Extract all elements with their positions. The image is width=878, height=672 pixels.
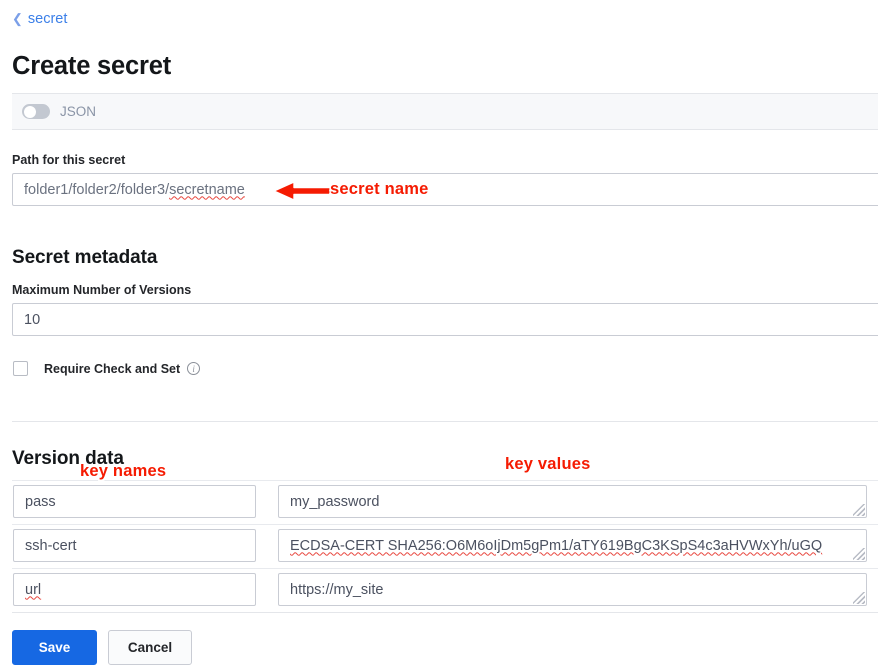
require-check-and-set-label: Require Check and Set [44,361,181,376]
require-check-and-set-checkbox[interactable] [13,361,28,376]
resize-grip-icon[interactable] [853,504,865,516]
require-check-and-set-row[interactable]: Require Check and Set i [13,361,201,376]
path-input[interactable]: folder1/folder2/folder3/secretname [12,173,878,206]
annotation-secret-name: secret name [330,180,429,198]
max-versions-label: Maximum Number of Versions [12,283,192,297]
kv-key-input[interactable]: url [13,573,256,606]
path-input-value: folder1/folder2/folder3/secretname [24,181,245,198]
kv-value-text: my_password [290,493,380,510]
annotation-key-values: key values [505,455,591,473]
breadcrumb[interactable]: ❮ secret [12,11,67,27]
annotation-key-names: key names [80,462,167,480]
json-toggle-label: JSON [60,104,97,119]
save-button[interactable]: Save [12,630,97,665]
json-toggle-knob [23,105,36,118]
json-toggle-switch[interactable] [22,104,50,119]
kv-value-input[interactable]: https://my_site [278,573,867,606]
path-field-label: Path for this secret [12,153,126,167]
chevron-left-icon: ❮ [12,10,23,26]
kv-key-text: url [25,581,42,598]
left-arrow-annotation [273,181,333,201]
kv-key-input[interactable]: ssh-cert [13,529,256,562]
kv-value-input[interactable]: ECDSA-CERT SHA256:O6M6oIjDm5gPm1/aTY619B… [278,529,867,562]
section-divider [12,421,878,422]
breadcrumb-link-secret[interactable]: secret [28,11,68,27]
kv-row: url https://my_site [0,568,878,611]
json-toggle-row[interactable]: JSON [12,93,878,130]
version-rows-bottom-divider [12,612,878,613]
secret-metadata-heading: Secret metadata [12,247,158,268]
cancel-button[interactable]: Cancel [108,630,192,665]
kv-value-text: ECDSA-CERT SHA256:O6M6oIjDm5gPm1/aTY619B… [290,537,823,554]
kv-value-text: https://my_site [290,581,384,598]
kv-value-input[interactable]: my_password [278,485,867,518]
row-divider [12,524,878,525]
kv-row: ssh-cert ECDSA-CERT SHA256:O6M6oIjDm5gPm… [0,524,878,567]
resize-grip-icon[interactable] [853,592,865,604]
info-icon[interactable]: i [187,362,201,375]
kv-key-input[interactable]: pass [13,485,256,518]
max-versions-input[interactable]: 10 [12,303,878,336]
resize-grip-icon[interactable] [853,548,865,560]
kv-row: pass my_password [0,480,878,523]
page-title: Create secret [12,52,172,80]
row-divider [12,568,878,569]
